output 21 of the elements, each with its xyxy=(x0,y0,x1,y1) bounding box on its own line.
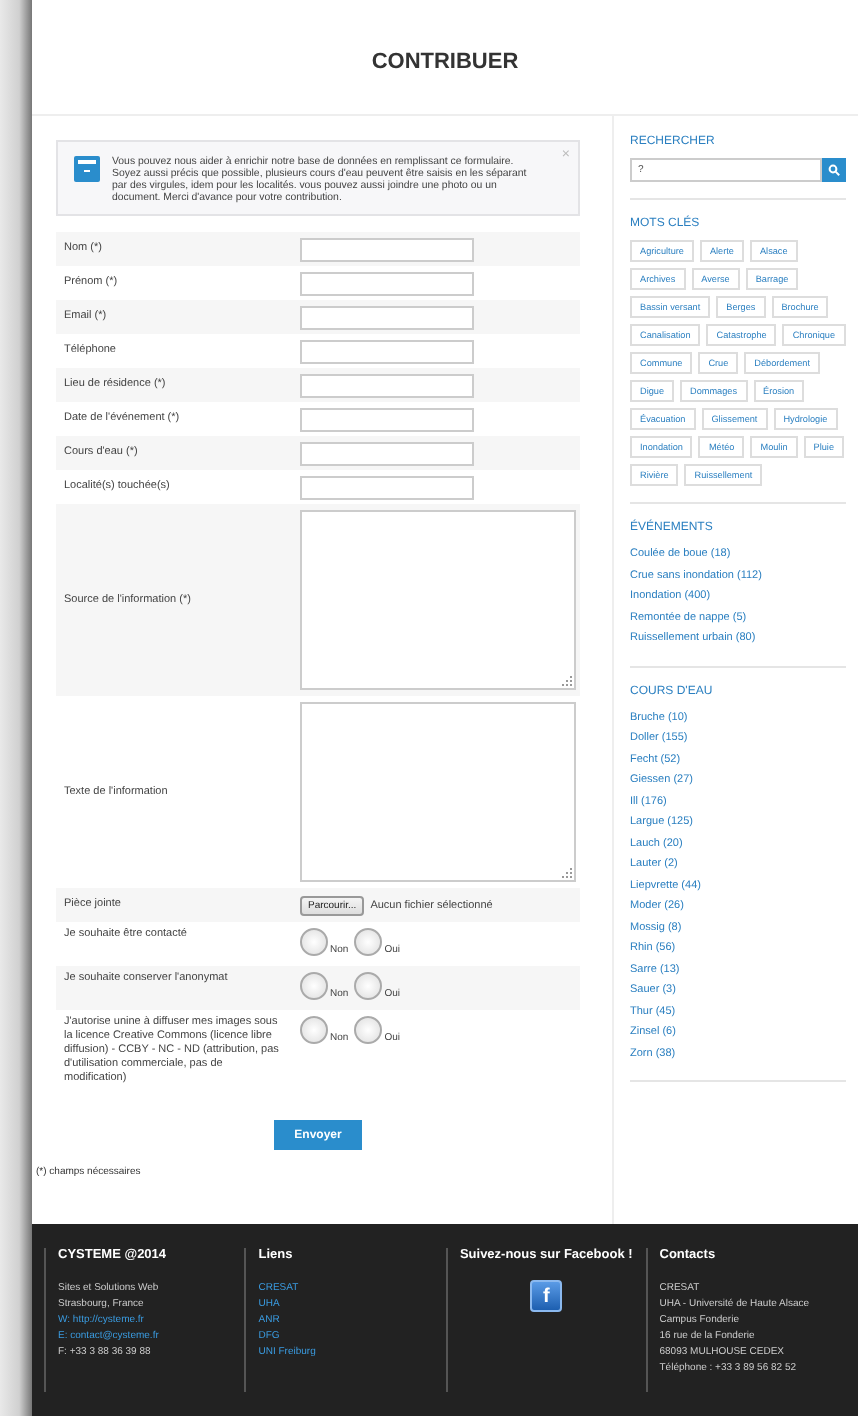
text-area[interactable] xyxy=(300,702,576,882)
radio-button[interactable] xyxy=(300,1016,328,1044)
search-icon xyxy=(828,164,840,176)
input-field[interactable] xyxy=(300,237,474,261)
input-field[interactable] xyxy=(300,373,474,397)
radio-button[interactable] xyxy=(354,928,383,956)
text-area[interactable] xyxy=(300,510,576,690)
radio-button[interactable] xyxy=(354,1016,383,1044)
radio-button[interactable] xyxy=(300,972,328,1000)
input-field[interactable] xyxy=(300,339,474,363)
radio-button[interactable] xyxy=(300,928,328,956)
input-field[interactable] xyxy=(300,271,474,295)
input-field[interactable] xyxy=(300,475,474,499)
input-field[interactable] xyxy=(300,305,474,329)
info-icon xyxy=(74,156,100,182)
facebook-icon[interactable]: f xyxy=(530,1280,563,1312)
radio-button[interactable] xyxy=(354,972,383,1000)
input-field[interactable] xyxy=(300,441,474,465)
input-field[interactable] xyxy=(300,407,474,431)
search-button[interactable] xyxy=(822,158,846,182)
page-title: CONTRIBUER xyxy=(371,49,519,73)
